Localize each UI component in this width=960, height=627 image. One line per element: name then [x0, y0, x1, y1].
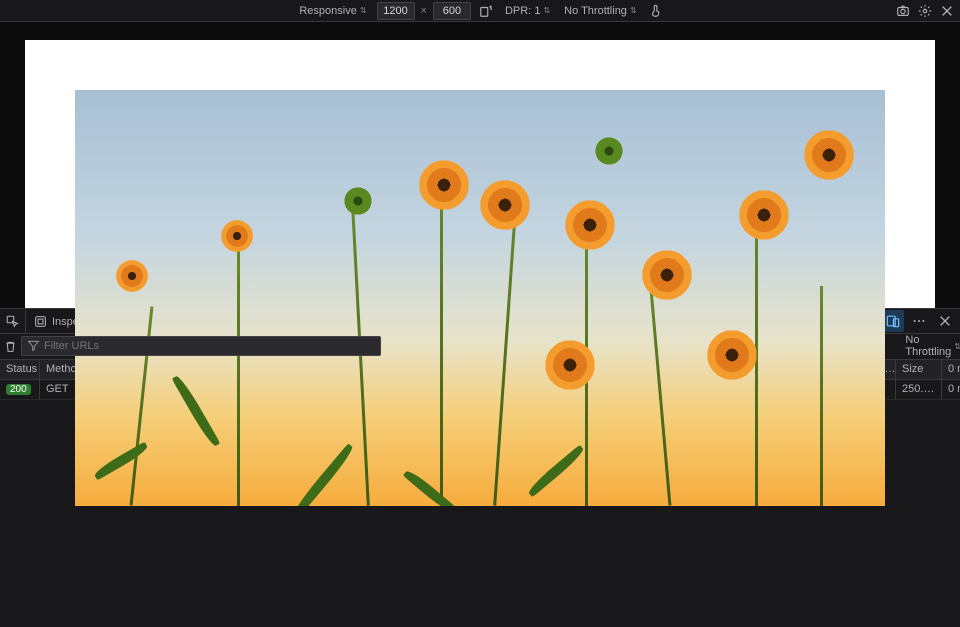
filter-urls-input[interactable] — [21, 336, 381, 356]
dimension-separator: × — [421, 5, 427, 17]
rotate-viewport-icon[interactable] — [477, 2, 495, 20]
close-devtools-icon[interactable] — [934, 310, 956, 332]
col-waterfall[interactable]: 0 m — [942, 360, 960, 379]
viewport-height-input[interactable] — [433, 2, 471, 20]
device-select[interactable]: Responsive ⇅ — [295, 3, 370, 19]
content-image — [75, 90, 885, 506]
screenshot-icon[interactable] — [894, 2, 912, 20]
chevron-updown-icon: ⇅ — [360, 6, 367, 15]
chevron-updown-icon: ⇅ — [543, 6, 550, 15]
col-status[interactable]: Status — [0, 360, 40, 379]
pick-element-icon[interactable] — [0, 309, 26, 333]
viewport-area — [0, 22, 960, 308]
cell-waterfall-tail: 0 m — [948, 383, 960, 395]
close-rdm-icon[interactable] — [938, 2, 956, 20]
rdm-throttling-select[interactable]: No Throttling ⇅ — [560, 3, 640, 19]
network-throttling-label: No Throttling — [905, 334, 951, 358]
dpr-label: DPR: 1 — [505, 5, 540, 17]
col-size[interactable]: Size — [896, 360, 942, 379]
rdm-throttling-label: No Throttling — [564, 5, 627, 17]
chevron-updown-icon: ⇅ — [630, 6, 637, 15]
touch-simulation-icon[interactable] — [647, 2, 665, 20]
network-throttling-select[interactable]: No Throttling ⇅ — [901, 332, 960, 360]
cell-size: 250.… — [902, 383, 934, 395]
page-frame — [25, 40, 935, 506]
status-badge: 200 — [6, 384, 31, 395]
viewport-width-input[interactable] — [377, 2, 415, 20]
dpr-select[interactable]: DPR: 1 ⇅ — [501, 3, 554, 19]
kebab-menu-icon[interactable] — [908, 310, 930, 332]
funnel-icon — [27, 339, 40, 352]
rdm-settings-icon[interactable] — [916, 2, 934, 20]
responsive-design-toolbar: Responsive ⇅ × DPR: 1 ⇅ No Throttling ⇅ — [0, 0, 960, 22]
cell-method: GET — [46, 383, 69, 395]
clear-requests-icon[interactable] — [4, 335, 17, 357]
responsive-mode-toggle-icon[interactable] — [882, 310, 904, 332]
chevron-updown-icon: ⇅ — [954, 342, 960, 351]
device-select-label: Responsive — [299, 5, 356, 17]
